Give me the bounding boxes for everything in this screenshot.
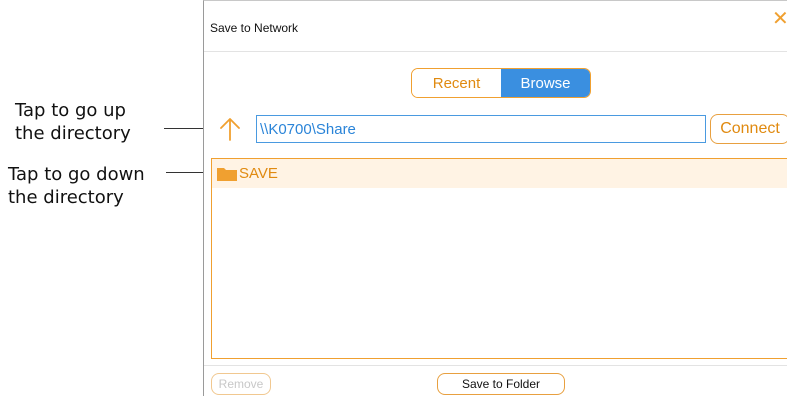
callout-up-line1: Tap to go up <box>15 100 126 121</box>
callout-down-line2: the directory <box>8 187 124 208</box>
dialog-title: Save to Network <box>210 21 299 35</box>
save-to-network-dialog: Save to Network ✕ Recent Browse Connect … <box>203 0 787 396</box>
list-item[interactable]: SAVE <box>212 159 787 188</box>
remove-button[interactable]: Remove <box>211 373 271 395</box>
callout-go-down: Tap to go down the directory <box>8 163 145 209</box>
save-to-folder-button[interactable]: Save to Folder <box>437 373 565 395</box>
callout-up-leader <box>164 128 208 129</box>
folder-icon <box>217 167 237 181</box>
tab-browse[interactable]: Browse <box>501 69 590 97</box>
callout-go-up: Tap to go up the directory <box>15 99 131 145</box>
folder-list: SAVE <box>211 158 787 359</box>
connect-button[interactable]: Connect <box>710 114 787 144</box>
callout-down-line1: Tap to go down <box>8 164 145 185</box>
view-toggle: Recent Browse <box>411 68 591 98</box>
dialog-titlebar: Save to Network ✕ <box>204 1 787 52</box>
dialog-footer: Remove Save to Folder <box>204 365 787 398</box>
network-path-input[interactable] <box>256 115 706 143</box>
up-directory-arrow-icon[interactable] <box>218 116 242 142</box>
callout-up-line2: the directory <box>15 123 131 144</box>
tab-recent[interactable]: Recent <box>412 69 501 97</box>
close-icon[interactable]: ✕ <box>772 9 787 29</box>
folder-name: SAVE <box>239 165 278 182</box>
